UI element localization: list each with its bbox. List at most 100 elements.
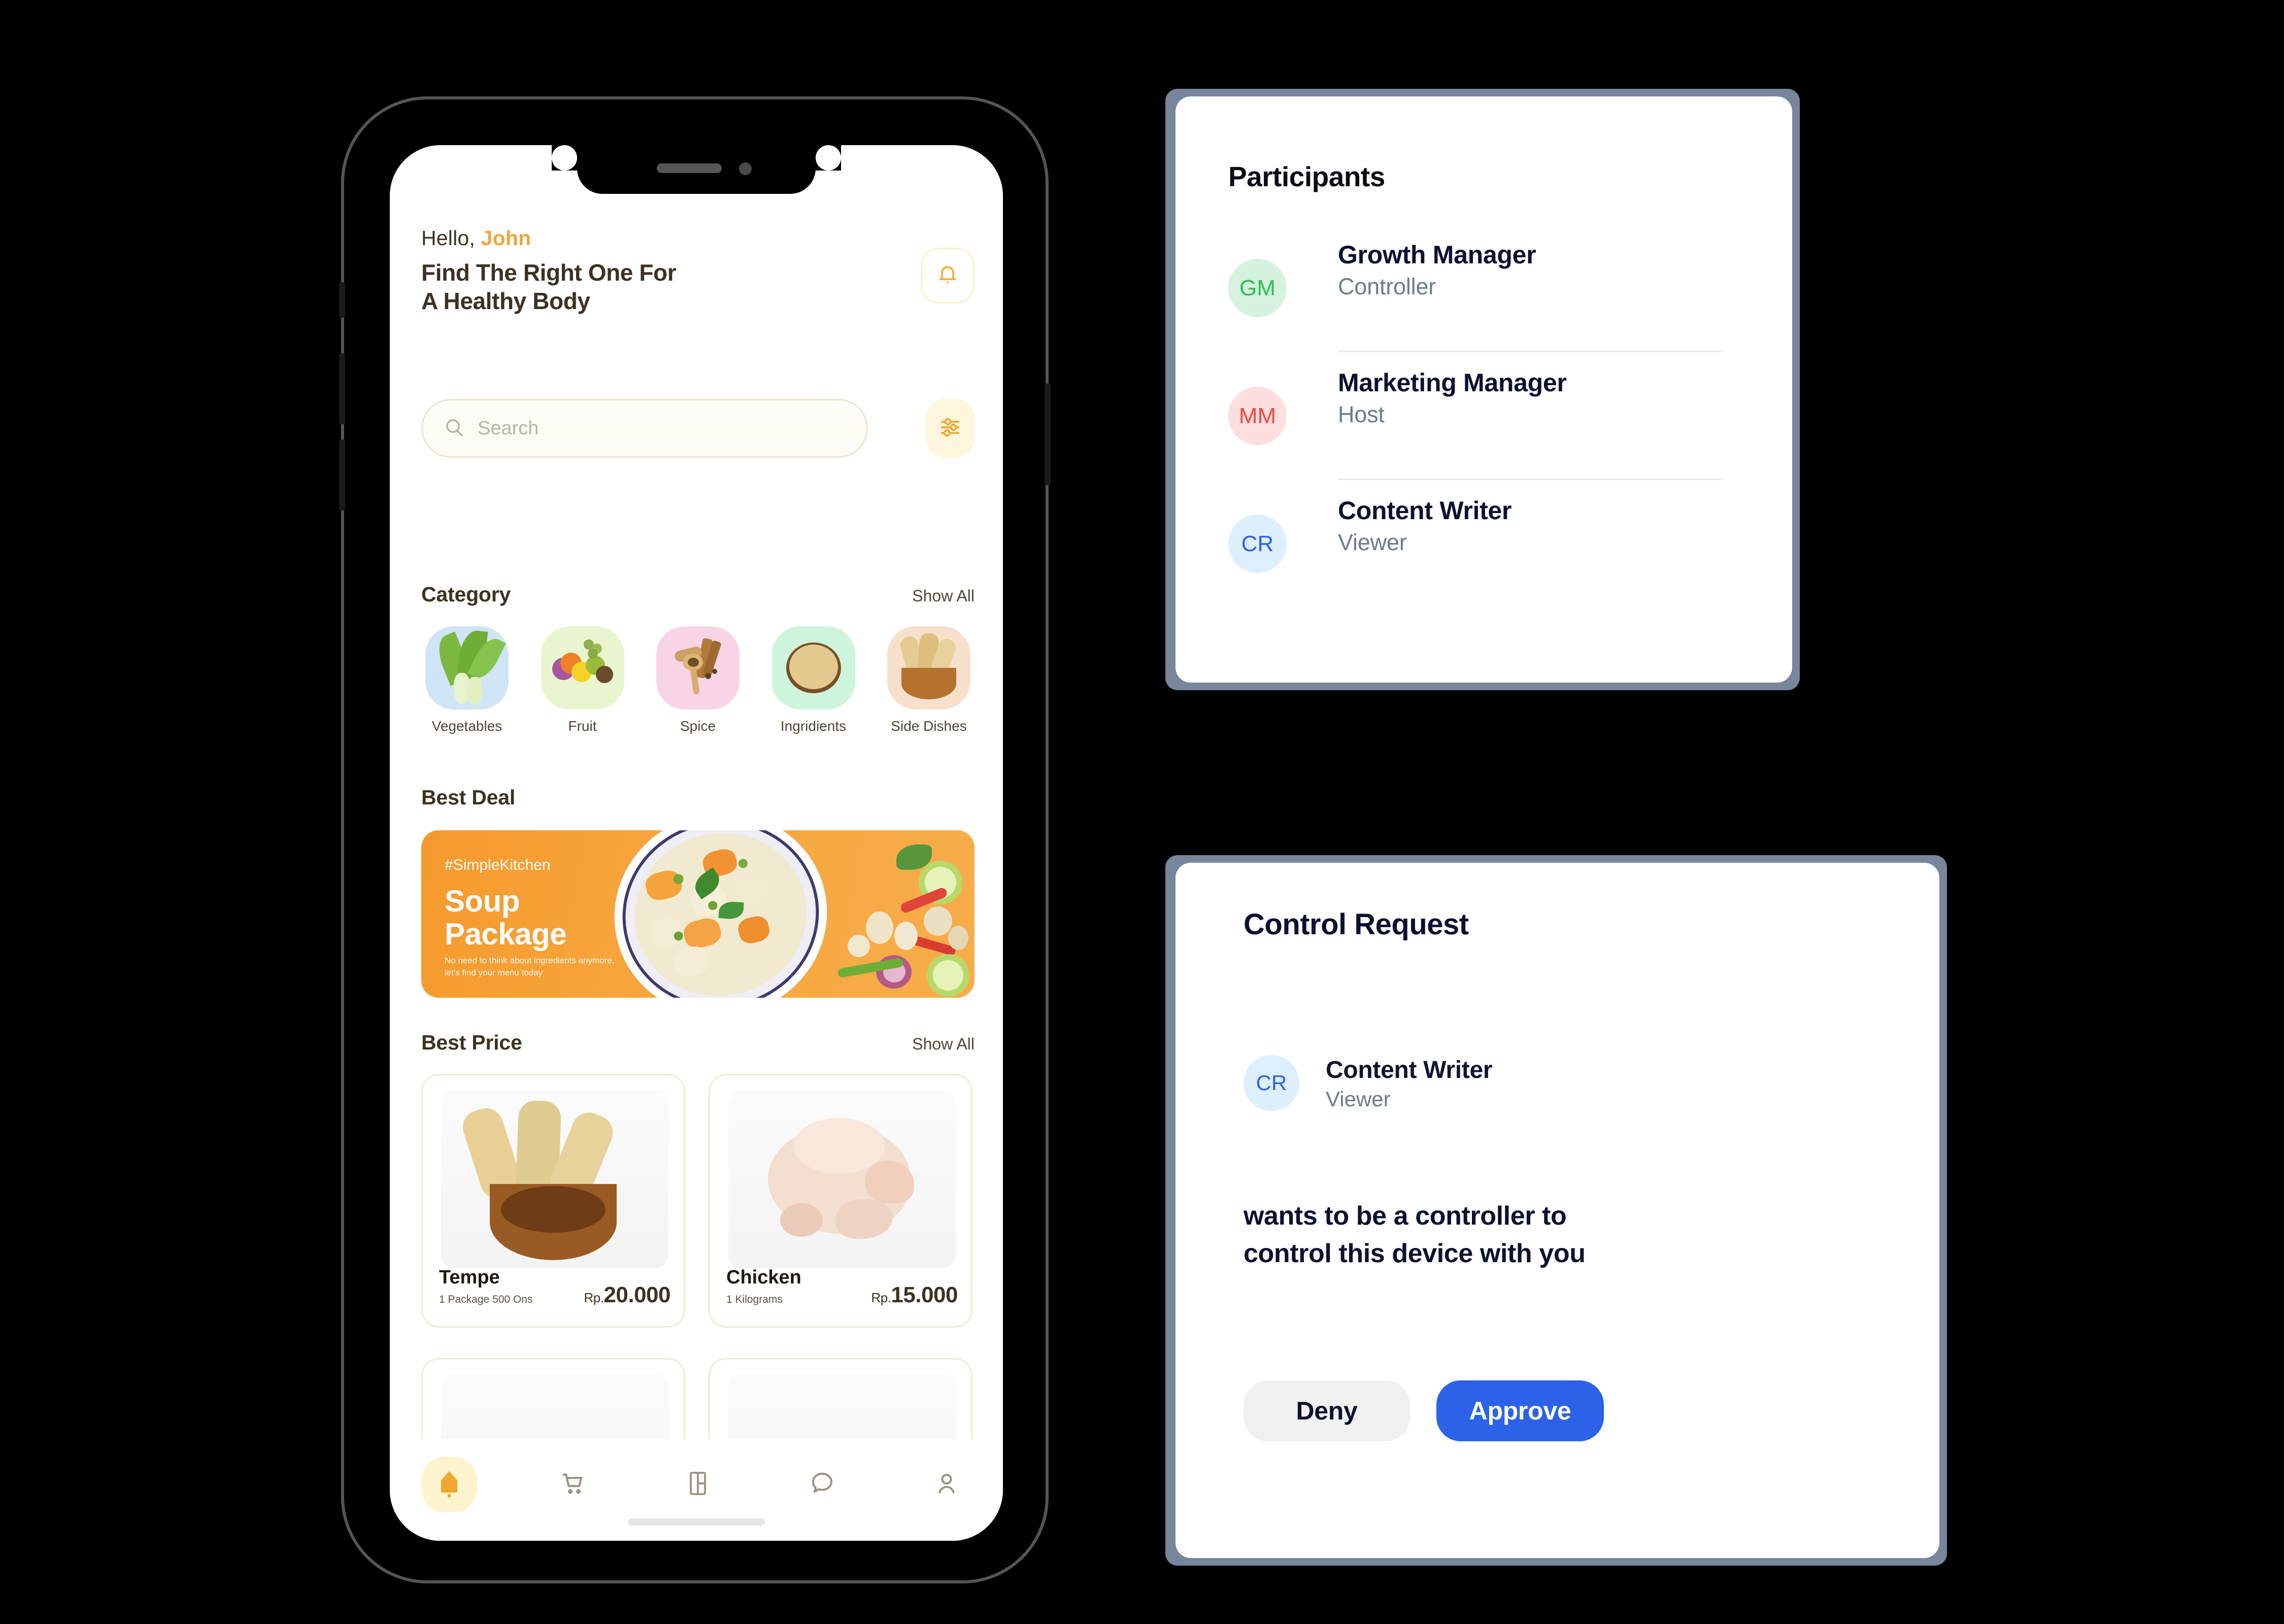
participant-name: Marketing Manager [1338,368,1567,397]
nav-profile-button[interactable] [919,1457,975,1512]
best-price-section-header: Best Price Show All [421,1031,975,1055]
avatar: CR [1228,515,1287,573]
category-icon-side-dishes [887,626,970,709]
layout-grid-icon [686,1470,710,1499]
participant-role: Host [1338,401,1385,427]
product-card-chicken[interactable]: Chicken 1 Kilograms Rp.15.000 [709,1074,972,1328]
category-icon-ingridients [771,626,855,709]
requesting-user-name: Content Writer [1326,1057,1493,1084]
best-deal-product-name: Soup Package [445,884,567,951]
avatar: CR [1244,1055,1299,1111]
category-show-all-link[interactable]: Show All [912,587,975,605]
category-icon-vegetables [425,626,509,709]
best-deal-name-line-1: Soup [445,884,520,918]
product-card-tempe[interactable]: Tempe 1 Package 500 Ons Rp.20.000 [421,1074,685,1328]
participant-role: Viewer [1338,529,1407,555]
avatar: MM [1228,387,1287,445]
home-icon [436,1469,462,1500]
category-icon-spice [656,626,740,709]
phone-volume-up-button[interactable] [339,353,345,424]
control-request-card: Control Request CR Content Writer Viewer… [1175,863,1939,1558]
category-label: Ingridients [780,718,847,734]
search-placeholder-text: Search [478,417,539,439]
category-section-header: Category Show All [421,583,975,606]
chat-bubble-icon [809,1470,835,1499]
phone-screen: Hello, John Find The Right One For A Hea… [390,145,1003,1541]
notch-ear-left [552,145,577,171]
filter-button[interactable] [926,399,975,458]
category-item-fruit[interactable]: Fruit [537,626,628,734]
category-item-vegetables[interactable]: Vegetables [421,626,513,734]
best-deal-hashtag: #SimpleKitchen [445,857,551,873]
best-deal-sub-line-1: No need to think about ingredients anymo… [445,955,615,965]
front-camera [739,162,752,175]
category-list: Vegetables Fruit Spice Ingridients Side … [421,626,975,734]
best-price-title: Best Price [421,1031,522,1054]
participant-role: Controller [1338,274,1436,299]
product-unit: 1 Kilograms [726,1294,783,1305]
search-row: Search [421,399,975,458]
notification-button[interactable] [921,248,975,303]
approve-button[interactable]: Approve [1436,1380,1604,1441]
participants-title: Participants [1228,161,1385,192]
participant-row-marketing-manager[interactable]: MM Marketing Manager Host [1228,366,1741,494]
product-price-value: 20.000 [603,1282,670,1307]
cart-icon [560,1470,587,1499]
category-label: Vegetables [431,718,502,734]
control-request-message: wants to be a controller to control this… [1244,1198,1878,1273]
message-line-2: control this device with you [1244,1238,1586,1268]
participant-row-content-writer[interactable]: CR Content Writer Viewer [1228,494,1741,622]
earpiece-speaker [657,163,722,173]
person-icon [934,1470,959,1499]
product-image-tempe [441,1090,668,1268]
nav-layout-button[interactable] [670,1457,726,1512]
product-price: Rp.15.000 [871,1282,958,1308]
category-icon-fruit [541,626,624,709]
participant-row-growth-manager[interactable]: GM Growth Manager Controller [1228,239,1741,366]
search-icon [444,417,464,440]
phone-power-button[interactable] [1045,384,1051,485]
product-price-value: 15.000 [891,1282,958,1307]
category-label: Spice [680,718,716,734]
requesting-user: CR Content Writer Viewer [1244,1055,1493,1111]
phone-volume-down-button[interactable] [339,439,345,511]
control-request-actions: Deny Approve [1244,1380,1604,1441]
category-item-spice[interactable]: Spice [652,626,744,734]
greeting: Hello, John [421,226,975,250]
nav-chat-button[interactable] [794,1457,850,1512]
phone-mute-switch[interactable] [339,282,345,318]
bell-icon [936,262,959,289]
product-name: Tempe [439,1267,500,1288]
deny-button[interactable]: Deny [1244,1380,1410,1441]
row-divider [1338,351,1723,352]
participants-card: Participants GM Growth Manager Controlle… [1175,96,1792,683]
headline-line-1: Find The Right One For [421,259,677,286]
search-input[interactable]: Search [421,399,868,458]
product-price: Rp.20.000 [584,1282,670,1308]
greeting-prefix: Hello, [421,226,481,250]
best-deal-subtitle: No need to think about ingredients anymo… [445,955,615,979]
message-line-1: wants to be a controller to [1244,1201,1567,1231]
control-request-title: Control Request [1244,908,1469,941]
page-title: Find The Right One For A Healthy Body [421,258,975,315]
participants-list: GM Growth Manager Controller MM Marketin… [1228,239,1741,622]
best-deal-title: Best Deal [421,786,516,809]
product-name: Chicken [726,1267,801,1288]
participant-name: Growth Manager [1338,241,1536,269]
best-deal-banner[interactable]: #SimpleKitchen Soup Package No need to t… [421,830,975,998]
app-header: Hello, John Find The Right One For A Hea… [421,226,975,315]
nav-home-button[interactable] [421,1457,477,1512]
row-divider [1338,479,1723,480]
requesting-user-role: Viewer [1326,1087,1391,1111]
product-unit: 1 Package 500 Ons [439,1294,533,1305]
best-price-show-all-link[interactable]: Show All [912,1035,975,1054]
best-deal-name-line-2: Package [445,917,567,951]
notch-ear-right [816,145,841,171]
sliders-icon [939,416,961,441]
category-title: Category [421,583,511,606]
best-deal-sub-line-2: let's find your menu today [445,968,543,978]
nav-cart-button[interactable] [546,1457,601,1512]
category-item-ingridients[interactable]: Ingridients [768,626,859,734]
home-indicator [628,1518,765,1526]
category-item-side-dishes[interactable]: Side Dishes [883,626,975,734]
